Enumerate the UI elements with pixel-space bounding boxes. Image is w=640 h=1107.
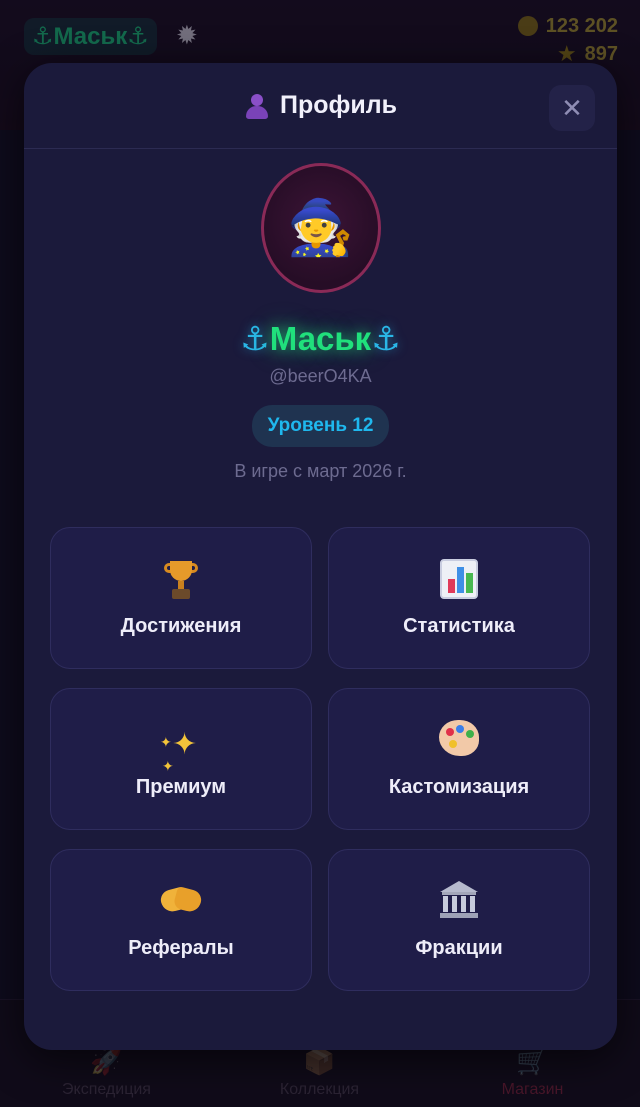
avatar-wrapper: 🧙 bbox=[24, 163, 617, 293]
customization-button[interactable]: Кастомизация bbox=[328, 688, 590, 830]
factions-label: Фракции bbox=[415, 936, 503, 959]
sparkles-icon: ✦ ✦ ✦ bbox=[160, 726, 198, 775]
user-icon bbox=[244, 93, 270, 119]
achievements-label: Достижения bbox=[120, 614, 242, 637]
avatar[interactable]: 🧙 bbox=[260, 163, 381, 293]
level-wrapper: Уровень 12 bbox=[24, 405, 617, 447]
palette-icon bbox=[439, 719, 479, 766]
profile-menu-grid: Достижения Статистика ✦ ✦ ✦ Премиум Каст… bbox=[50, 527, 590, 991]
referrals-button[interactable]: Рефералы bbox=[50, 849, 312, 991]
customization-label: Кастомизация bbox=[388, 775, 530, 798]
anchor-icon: ⚓ bbox=[371, 320, 401, 357]
anchor-icon: ⚓ bbox=[240, 320, 270, 357]
premium-label: Премиум bbox=[135, 775, 227, 798]
bar-chart-icon bbox=[440, 558, 478, 605]
premium-button[interactable]: ✦ ✦ ✦ Премиум bbox=[50, 688, 312, 830]
statistics-button[interactable]: Статистика bbox=[328, 527, 590, 669]
bank-icon bbox=[440, 880, 478, 927]
level-badge: Уровень 12 bbox=[251, 405, 390, 447]
statistics-label: Статистика bbox=[403, 614, 515, 637]
close-button[interactable]: ✕ bbox=[549, 85, 595, 131]
factions-button[interactable]: Фракции bbox=[328, 849, 590, 991]
handshake-icon bbox=[158, 881, 204, 927]
player-name: ⚓Маськ⚓ bbox=[24, 319, 617, 358]
close-icon: ✕ bbox=[561, 92, 583, 123]
profile-modal: Профиль ✕ 🧙 ⚓Маськ⚓ @beerO4KA Уровень 12… bbox=[24, 63, 617, 1050]
modal-title-text: Профиль bbox=[279, 91, 397, 119]
player-name-text: Маськ bbox=[269, 320, 372, 357]
modal-header: Профиль ✕ bbox=[24, 63, 617, 149]
player-handle: @beerO4KA bbox=[269, 366, 372, 386]
referrals-label: Рефералы bbox=[128, 936, 234, 959]
trophy-icon bbox=[164, 559, 198, 605]
wizard-avatar-icon: 🧙 bbox=[286, 196, 355, 259]
modal-title: Профиль bbox=[244, 91, 397, 120]
member-since: В игре с март 2026 г. bbox=[234, 461, 407, 481]
achievements-button[interactable]: Достижения bbox=[50, 527, 312, 669]
